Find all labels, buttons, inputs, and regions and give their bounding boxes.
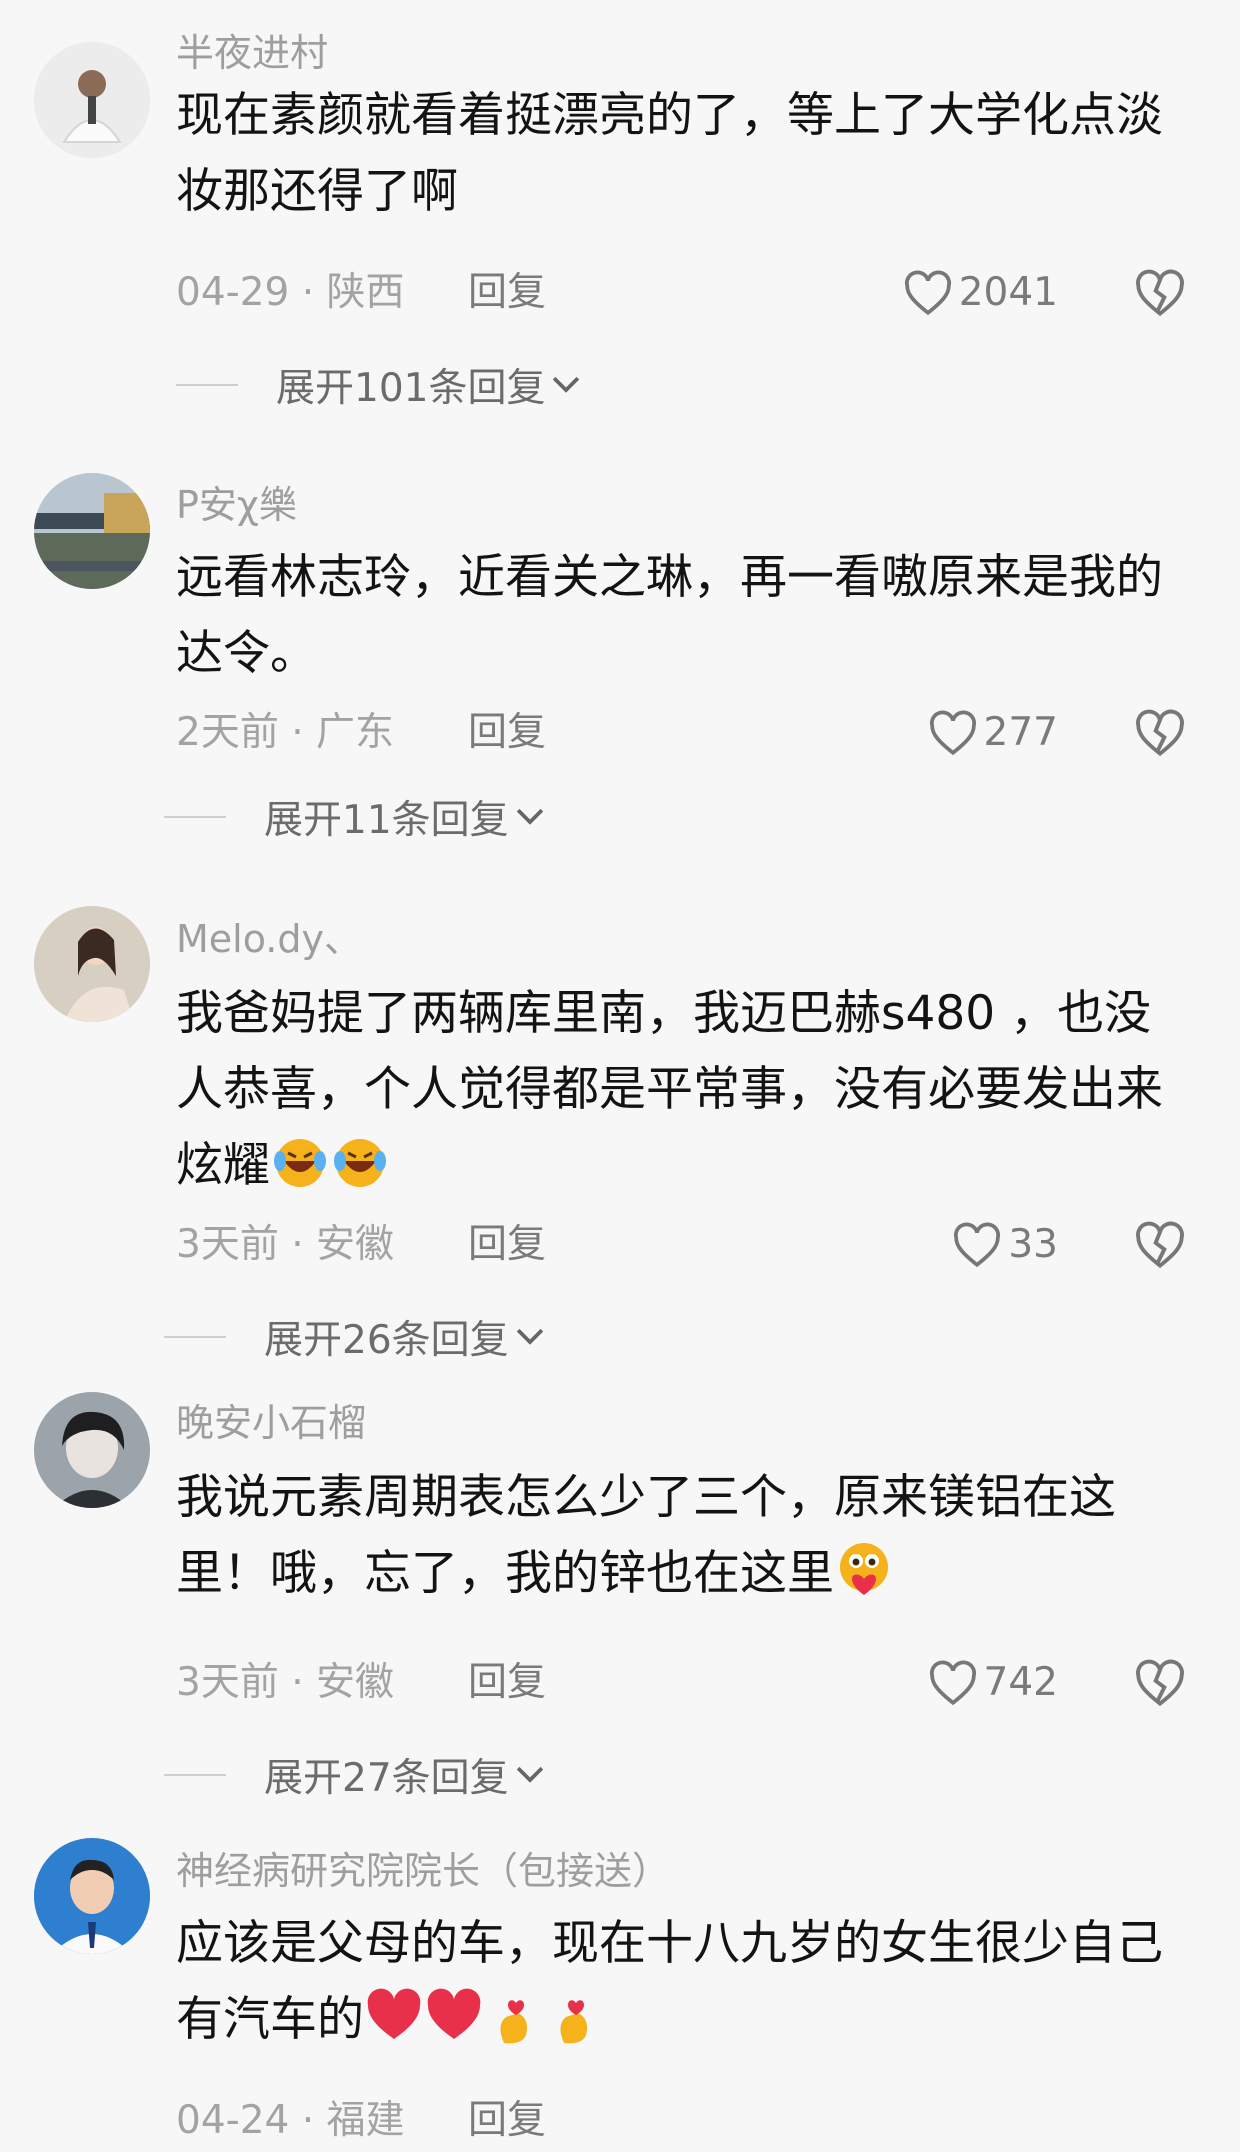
- chevron-down-icon: [516, 1328, 543, 1345]
- comment-date-location: 04-24 · 福建: [176, 2098, 405, 2143]
- like-count: 742: [983, 1660, 1058, 1705]
- like-button[interactable]: 2041: [903, 268, 1058, 318]
- laughing-crying-emoji: [270, 1131, 330, 1191]
- avatar[interactable]: [34, 473, 150, 589]
- comment-meta: 3天前 · 安徽 回复 33: [176, 1220, 1186, 1270]
- expand-replies-label: 展开101条回复: [276, 366, 546, 411]
- avatar[interactable]: [34, 1838, 150, 1954]
- comment-date-location: 3天前 · 安徽: [176, 1660, 395, 1705]
- divider: [164, 816, 226, 818]
- like-button[interactable]: 277: [928, 708, 1058, 758]
- avatar[interactable]: [34, 42, 150, 158]
- reply-button[interactable]: 回复: [468, 2096, 546, 2146]
- divider: [164, 1336, 226, 1338]
- reply-button[interactable]: 回复: [468, 1658, 546, 1708]
- heart-outline-icon: [929, 710, 976, 756]
- comment-meta: 04-29 · 陕西 回复 2041: [176, 268, 1186, 318]
- comment-text: 远看林志玲，近看关之琳，再一看嗷原来是我的达令。: [176, 550, 1163, 681]
- expand-replies[interactable]: 展开26条回复: [164, 1312, 547, 1363]
- chevron-down-icon: [516, 1766, 543, 1783]
- comment-meta: 2天前 · 广东 回复 277: [176, 708, 1186, 758]
- laughing-crying-emoji: [330, 1131, 390, 1191]
- heart-hold-emoji: [834, 1539, 894, 1599]
- dislike-broken-heart-icon[interactable]: [1134, 268, 1186, 318]
- comment-date-location: 2天前 · 广东: [176, 710, 395, 755]
- comment-text: 我爸妈提了两辆库里南，我迈巴赫s480 ，也没人恭喜，个人觉得都是平常事，没有必…: [176, 976, 1186, 1204]
- comment-text: 应该是父母的车，现在十八九岁的女生很少自己有汽车的: [176, 1906, 1186, 2058]
- divider: [164, 1774, 226, 1776]
- dislike-broken-heart-icon[interactable]: [1134, 1658, 1186, 1708]
- dislike-broken-heart-icon[interactable]: [1134, 708, 1186, 758]
- heart-outline-icon: [954, 1222, 1001, 1268]
- expand-replies[interactable]: 展开11条回复: [164, 792, 547, 843]
- like-button[interactable]: 33: [952, 1220, 1058, 1270]
- comment-text-body: 我说元素周期表怎么少了三个，原来镁铝在这里！哦，忘了，我的锌也在这里: [176, 1470, 1116, 1601]
- expand-replies[interactable]: 展开101条回复: [176, 360, 583, 411]
- username[interactable]: 晚安小石榴: [176, 1400, 366, 1446]
- reply-button[interactable]: 回复: [468, 708, 546, 758]
- chevron-down-icon: [516, 808, 543, 825]
- avatar[interactable]: [34, 1392, 150, 1508]
- expand-replies-label: 展开26条回复: [264, 1318, 509, 1363]
- username[interactable]: 神经病研究院院长（包接送）: [176, 1848, 670, 1894]
- red-heart-emoji: [364, 1985, 424, 2045]
- comment-text: 现在素颜就看着挺漂亮的了，等上了大学化点淡妆那还得了啊: [176, 88, 1163, 219]
- like-count: 2041: [958, 270, 1058, 315]
- like-count: 277: [983, 710, 1058, 755]
- comment-date-location: 3天前 · 安徽: [176, 1222, 395, 1267]
- divider: [176, 384, 238, 386]
- finger-heart-emoji: [484, 1985, 544, 2045]
- expand-replies-label: 展开27条回复: [264, 1756, 509, 1801]
- dislike-broken-heart-icon[interactable]: [1134, 1220, 1186, 1270]
- avatar[interactable]: [34, 906, 150, 1022]
- expand-replies-label: 展开11条回复: [264, 798, 509, 843]
- reply-button[interactable]: 回复: [468, 1220, 546, 1270]
- expand-replies[interactable]: 展开27条回复: [164, 1750, 547, 1801]
- comment-meta: 04-24 · 福建 回复: [176, 2096, 1186, 2146]
- like-button[interactable]: 742: [928, 1658, 1058, 1708]
- heart-outline-icon: [904, 270, 951, 316]
- comment-date-location: 04-29 · 陕西: [176, 270, 405, 315]
- chevron-down-icon: [553, 376, 580, 393]
- finger-heart-emoji: [544, 1985, 604, 2045]
- username[interactable]: 半夜进村: [176, 30, 328, 76]
- comment-text-body: 应该是父母的车，现在十八九岁的女生很少自己有汽车的: [176, 1916, 1163, 2047]
- red-heart-emoji: [424, 1985, 484, 2045]
- username[interactable]: Melo.dy、: [176, 916, 362, 962]
- username[interactable]: P安χ樂: [176, 482, 297, 528]
- comment-meta: 3天前 · 安徽 回复 742: [176, 1658, 1186, 1708]
- reply-button[interactable]: 回复: [468, 268, 546, 318]
- comment-text: 我说元素周期表怎么少了三个，原来镁铝在这里！哦，忘了，我的锌也在这里: [176, 1460, 1186, 1612]
- heart-outline-icon: [929, 1660, 976, 1706]
- like-count: 33: [1008, 1222, 1058, 1267]
